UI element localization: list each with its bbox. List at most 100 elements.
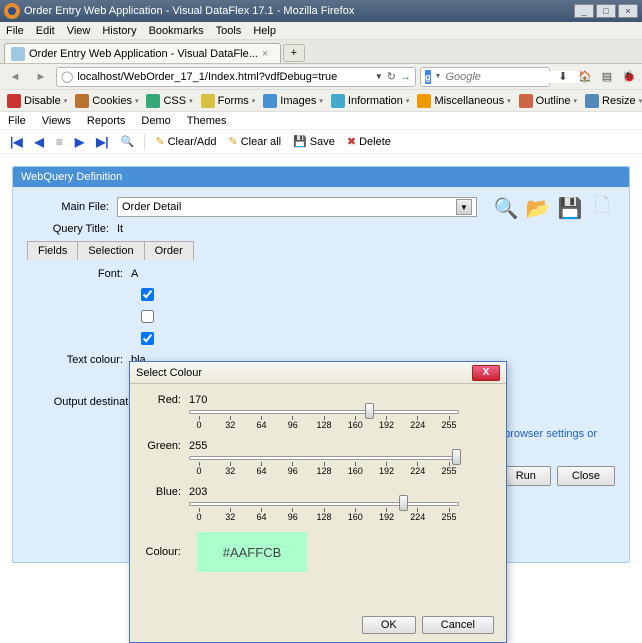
app-menu-file[interactable]: File (8, 115, 26, 127)
menu-view[interactable]: View (67, 25, 91, 37)
tick-label: 64 (252, 462, 272, 476)
tick-label: 0 (189, 416, 209, 430)
devbar-cookies[interactable]: Cookies▾ (72, 94, 141, 108)
menu-history[interactable]: History (102, 25, 136, 37)
save-button[interactable]: 💾Save (289, 133, 339, 150)
globe-icon: ◯ (61, 70, 73, 83)
checkbox-3[interactable] (141, 332, 154, 345)
first-record-button[interactable]: |◀ (6, 133, 27, 151)
tick-label: 255 (439, 416, 459, 430)
red-label: Red: (144, 394, 189, 406)
dialog-close-button[interactable]: X (472, 365, 500, 381)
google-icon: g (425, 70, 431, 84)
home-icon[interactable]: 🏠 (576, 68, 594, 86)
browser-settings-link[interactable]: r browser settings or (497, 428, 597, 440)
green-label: Green: (144, 440, 189, 452)
devbar-miscellaneous[interactable]: Miscellaneous▾ (414, 94, 513, 108)
back-button[interactable]: ◄ (4, 67, 26, 87)
bookmarks-icon[interactable]: ▤ (598, 68, 616, 86)
text-colour-label: Text colour: (41, 354, 131, 366)
delete-button[interactable]: ✖Delete (343, 133, 395, 150)
red-slider[interactable] (189, 410, 459, 414)
app-menu-demo[interactable]: Demo (141, 115, 170, 127)
ok-button[interactable]: OK (362, 616, 416, 634)
devbar-outline[interactable]: Outline▾ (516, 94, 580, 108)
app-menu-themes[interactable]: Themes (187, 115, 227, 127)
find-button[interactable]: 🔍 (117, 133, 139, 150)
checkbox-1[interactable] (141, 288, 154, 301)
clear-add-button[interactable]: ✎Clear/Add (151, 133, 220, 150)
cancel-button[interactable]: Cancel (422, 616, 494, 634)
new-tab-button[interactable]: + (283, 44, 305, 62)
tab-fields[interactable]: Fields (27, 241, 78, 260)
green-slider-thumb[interactable] (452, 449, 461, 465)
checkbox-2[interactable] (141, 310, 154, 323)
colour-dialog: Select Colour X Red: 170 032649612816019… (129, 361, 507, 643)
stop-button[interactable]: ≡ (52, 133, 67, 151)
tick-label: 96 (283, 462, 303, 476)
green-slider[interactable] (189, 456, 459, 460)
tick-label: 64 (252, 508, 272, 522)
app-menu-reports[interactable]: Reports (87, 115, 126, 127)
search-icon[interactable]: 🔍 (493, 195, 519, 221)
devbar-resize[interactable]: Resize▾ (582, 94, 642, 108)
forward-button[interactable]: ► (30, 67, 52, 87)
tick-label: 192 (377, 462, 397, 476)
devbar-images[interactable]: Images▾ (260, 94, 326, 108)
window-maximize-button[interactable]: □ (596, 4, 616, 18)
search-box[interactable]: g ▼ (420, 67, 550, 87)
red-slider-thumb[interactable] (365, 403, 374, 419)
window-resize-handle[interactable] (628, 568, 642, 582)
firebug-icon[interactable]: 🐞 (620, 68, 638, 86)
colour-label: Colour: (144, 546, 189, 558)
blue-slider-thumb[interactable] (399, 495, 408, 511)
devbar-information[interactable]: Information▾ (328, 94, 413, 108)
browser-navbar: ◄ ► ◯ ▼ ↻ → g ▼ ⬇ 🏠 ▤ 🐞 (0, 64, 642, 90)
tick-label: 96 (283, 508, 303, 522)
url-input[interactable] (77, 71, 371, 83)
tab-close-button[interactable]: × (262, 48, 274, 60)
open-icon[interactable]: 📂 (525, 195, 551, 221)
devbar-forms[interactable]: Forms▾ (198, 94, 259, 108)
last-record-button[interactable]: ▶| (92, 133, 113, 151)
chevron-down-icon[interactable]: ▼ (456, 199, 472, 215)
tick-label: 224 (408, 462, 428, 476)
tick-label: 160 (345, 508, 365, 522)
menu-edit[interactable]: Edit (36, 25, 55, 37)
url-bar[interactable]: ◯ ▼ ↻ → (56, 67, 416, 87)
run-button[interactable]: Run (501, 466, 551, 486)
dropdown-icon[interactable]: ▼ (375, 72, 383, 81)
dialog-title: Select Colour (136, 367, 202, 379)
tab-order[interactable]: Order (144, 241, 194, 260)
main-file-dropdown[interactable]: Order Detail ▼ (117, 197, 477, 217)
refresh-icon[interactable]: ↻ (387, 70, 396, 83)
window-minimize-button[interactable]: _ (574, 4, 594, 18)
new-file-icon[interactable]: 🗋 (589, 195, 615, 221)
red-value: 170 (189, 394, 219, 406)
window-close-button[interactable]: × (618, 4, 638, 18)
menu-file[interactable]: File (6, 25, 24, 37)
downloads-icon[interactable]: ⬇ (554, 68, 572, 86)
search-dd-icon[interactable]: ▼ (435, 73, 442, 80)
close-panel-button[interactable]: Close (557, 466, 615, 486)
app-menu-views[interactable]: Views (42, 115, 71, 127)
menu-bookmarks[interactable]: Bookmarks (149, 25, 204, 37)
delete-icon: ✖ (347, 135, 356, 148)
tab-selection[interactable]: Selection (77, 241, 144, 260)
tick-label: 32 (220, 416, 240, 430)
tick-label: 32 (220, 508, 240, 522)
blue-slider[interactable] (189, 502, 459, 506)
go-button[interactable]: → (400, 71, 411, 83)
clear-all-button[interactable]: ✎Clear all (225, 133, 286, 150)
devbar-css[interactable]: CSS▾ (143, 94, 195, 108)
menu-tools[interactable]: Tools (216, 25, 242, 37)
next-record-button[interactable]: ▶ (71, 133, 88, 151)
devbar-disable[interactable]: Disable▾ (4, 94, 70, 108)
browser-tab[interactable]: Order Entry Web Application - Visual Dat… (4, 43, 281, 63)
window-titlebar: Order Entry Web Application - Visual Dat… (0, 0, 642, 22)
prev-record-button[interactable]: ◀ (31, 133, 48, 151)
browser-menubar: File Edit View History Bookmarks Tools H… (0, 22, 642, 40)
app-menubar: File Views Reports Demo Themes (0, 112, 642, 130)
save-file-icon[interactable]: 💾 (557, 195, 583, 221)
menu-help[interactable]: Help (253, 25, 276, 37)
